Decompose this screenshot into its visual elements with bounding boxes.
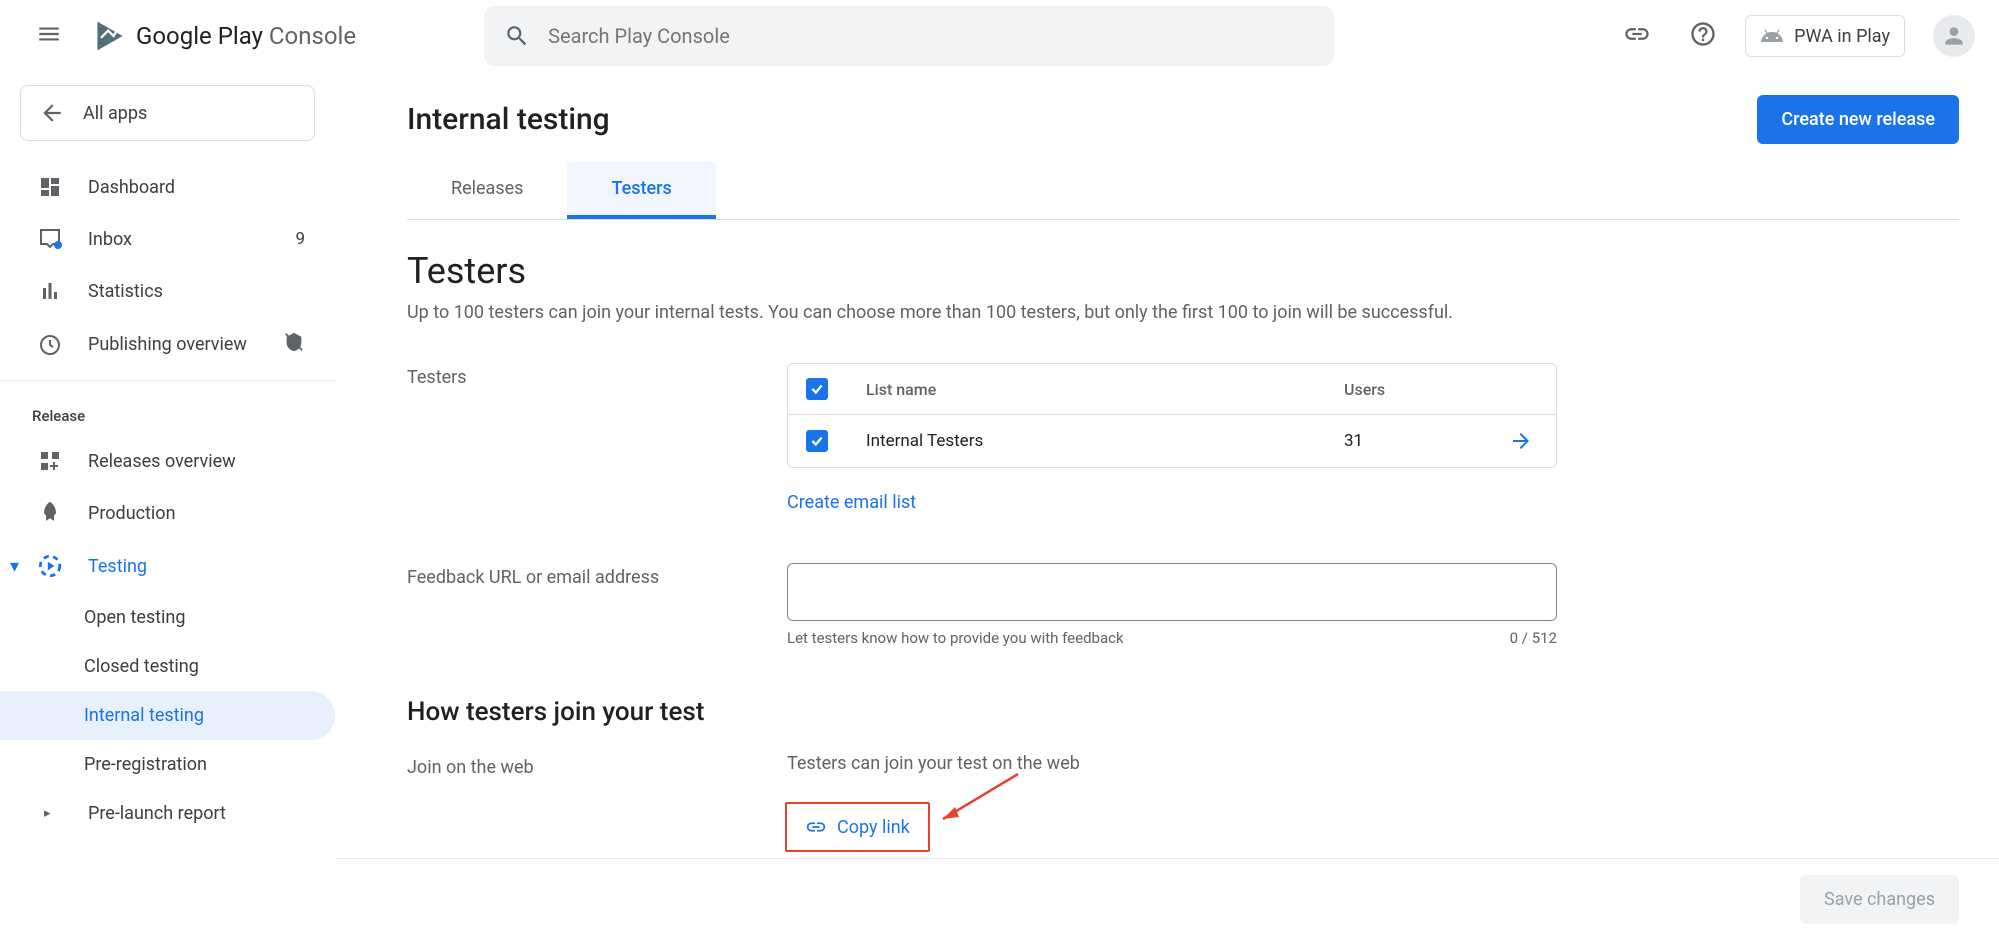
logo-text-b: Console xyxy=(269,22,356,50)
link-tool-button[interactable] xyxy=(1613,10,1661,62)
feedback-input[interactable] xyxy=(787,563,1557,621)
search-bar[interactable] xyxy=(484,6,1334,66)
feedback-label: Feedback URL or email address xyxy=(407,563,787,588)
account-avatar[interactable] xyxy=(1933,15,1975,57)
create-email-list-link[interactable]: Create email list xyxy=(787,492,916,513)
side-nav: All apps Dashboard Inbox 9 Statistics Pu… xyxy=(0,73,335,940)
nav-dashboard[interactable]: Dashboard xyxy=(0,161,335,213)
target-progress-icon xyxy=(37,553,63,579)
row-users-count: 31 xyxy=(1326,417,1486,465)
rocket-icon xyxy=(38,501,62,525)
nav-closed-testing[interactable]: Closed testing xyxy=(0,642,335,691)
section-release-label: Release xyxy=(0,389,335,435)
table-row[interactable]: Internal Testers 31 xyxy=(788,415,1556,467)
logo-text-a: Google Play xyxy=(136,22,263,50)
nav-internal-testing[interactable]: Internal testing xyxy=(0,691,335,740)
save-changes-button[interactable]: Save changes xyxy=(1800,875,1959,924)
copy-link-button[interactable]: Copy link xyxy=(787,804,928,850)
copy-link-label: Copy link xyxy=(837,817,910,838)
footer-bar: Save changes xyxy=(335,858,1999,940)
grid-plus-icon xyxy=(38,449,62,473)
feedback-helper-text: Let testers know how to provide you with… xyxy=(787,629,1124,647)
create-release-button[interactable]: Create new release xyxy=(1757,95,1959,144)
row-checkbox[interactable] xyxy=(806,430,828,452)
tab-testers[interactable]: Testers xyxy=(567,162,715,219)
nav-inbox[interactable]: Inbox 9 xyxy=(0,213,335,265)
nav-testing-label: Testing xyxy=(88,556,147,577)
nav-releases-overview-label: Releases overview xyxy=(88,451,236,472)
nav-production-label: Production xyxy=(88,503,176,524)
bar-chart-icon xyxy=(38,279,62,303)
tabs: Releases Testers xyxy=(407,162,1959,220)
play-console-icon xyxy=(92,18,128,54)
section-title-testers: Testers xyxy=(407,250,1927,292)
nav-statistics[interactable]: Statistics xyxy=(0,265,335,317)
section-description: Up to 100 testers can join your internal… xyxy=(407,302,1927,323)
dashboard-icon xyxy=(38,175,62,199)
caret-down-icon: ▾ xyxy=(10,556,19,577)
menu-button[interactable] xyxy=(24,9,74,63)
top-header: Google Play Console PWA in Play xyxy=(0,0,1999,73)
annotation-arrow-icon xyxy=(933,769,1023,829)
caret-right-icon: ▸ xyxy=(44,806,51,821)
help-icon xyxy=(1689,20,1717,48)
person-icon xyxy=(1941,23,1967,49)
app-selector-label: PWA in Play xyxy=(1794,26,1890,47)
arrow-right-icon xyxy=(1509,429,1533,453)
nav-open-testing-label: Open testing xyxy=(84,607,185,628)
nav-releases-overview[interactable]: Releases overview xyxy=(0,435,335,487)
testers-table: List name Users Internal Testers 31 xyxy=(787,363,1557,468)
row-list-name: Internal Testers xyxy=(848,417,1326,465)
row-open-button[interactable] xyxy=(1486,415,1556,467)
main-content: Internal testing Create new release Rele… xyxy=(335,73,1999,940)
nav-production[interactable]: Production xyxy=(0,487,335,539)
nav-closed-testing-label: Closed testing xyxy=(84,656,199,677)
nav-inbox-badge: 9 xyxy=(295,229,305,249)
logo-text: Google Play Console xyxy=(136,22,356,50)
help-button[interactable] xyxy=(1679,10,1727,62)
link-icon xyxy=(805,816,827,838)
table-header: List name Users xyxy=(788,364,1556,415)
col-users: Users xyxy=(1326,366,1486,413)
nav-pre-registration-label: Pre-registration xyxy=(84,754,207,775)
testers-field-label: Testers xyxy=(407,363,787,388)
subsection-title: How testers join your test xyxy=(407,697,1927,727)
hamburger-icon xyxy=(36,21,62,47)
nav-publishing-overview[interactable]: Publishing overview xyxy=(0,317,335,372)
link-icon xyxy=(1623,20,1651,48)
android-icon xyxy=(1760,24,1784,48)
page-title: Internal testing xyxy=(407,102,610,137)
nav-open-testing[interactable]: Open testing xyxy=(0,593,335,642)
nav-dashboard-label: Dashboard xyxy=(88,177,175,198)
join-web-description: Testers can join your test on the web xyxy=(787,753,1557,774)
all-apps-button[interactable]: All apps xyxy=(20,85,315,141)
all-apps-label: All apps xyxy=(83,103,147,124)
nav-publishing-label: Publishing overview xyxy=(88,334,247,355)
nav-inbox-label: Inbox xyxy=(88,229,132,250)
nav-pre-launch-report[interactable]: ▸ Pre-launch report xyxy=(0,789,335,838)
app-selector-chip[interactable]: PWA in Play xyxy=(1745,15,1905,57)
nav-pre-launch-label: Pre-launch report xyxy=(88,803,226,824)
nav-pre-registration[interactable]: Pre-registration xyxy=(0,740,335,789)
nav-statistics-label: Statistics xyxy=(88,281,163,302)
inbox-icon xyxy=(38,227,62,251)
col-list-name: List name xyxy=(848,366,1326,413)
clock-send-icon xyxy=(38,333,62,357)
arrow-left-icon xyxy=(39,100,65,126)
search-icon xyxy=(504,23,530,49)
search-input[interactable] xyxy=(548,24,1314,48)
feedback-char-count: 0 / 512 xyxy=(1510,629,1557,647)
tab-releases[interactable]: Releases xyxy=(407,162,567,219)
join-web-label: Join on the web xyxy=(407,753,787,778)
nav-testing[interactable]: ▾ Testing xyxy=(0,539,335,593)
nav-internal-testing-label: Internal testing xyxy=(84,705,204,726)
logo[interactable]: Google Play Console xyxy=(92,18,396,54)
publishing-off-icon xyxy=(283,331,305,353)
select-all-checkbox[interactable] xyxy=(806,378,828,400)
